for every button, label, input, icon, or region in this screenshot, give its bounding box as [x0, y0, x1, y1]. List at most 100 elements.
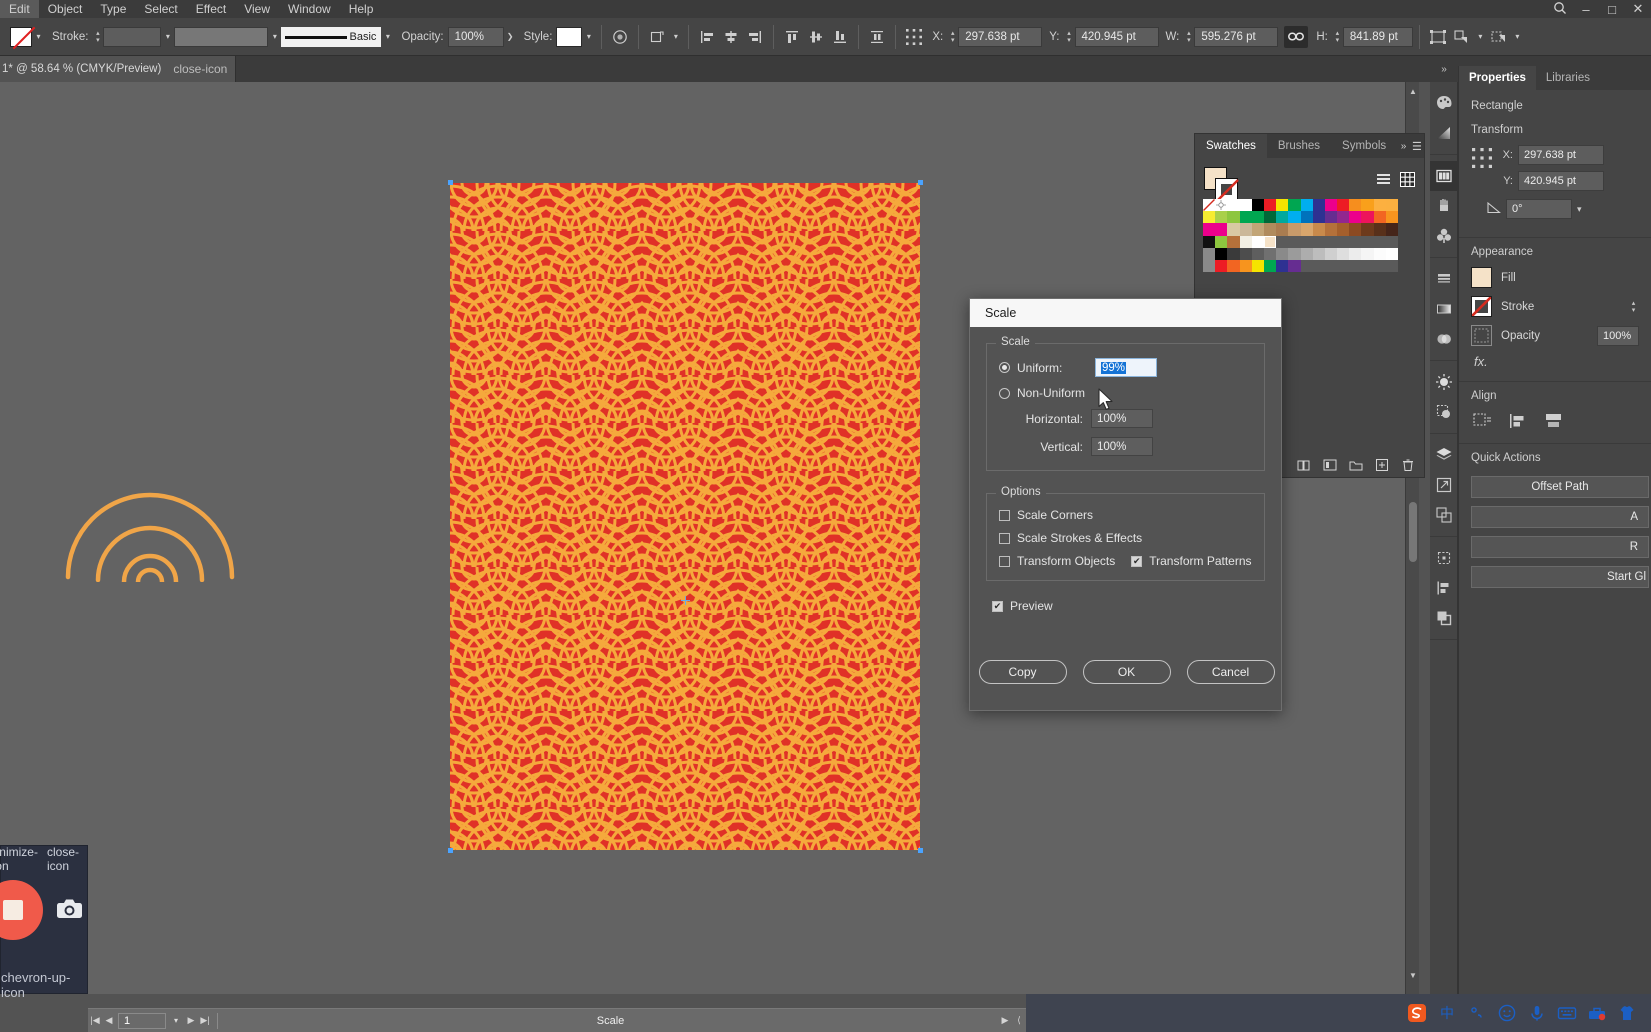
quick-action-button-3[interactable]: R	[1471, 536, 1649, 558]
swatch-cell[interactable]	[1203, 235, 1216, 248]
swatch-cell[interactable]	[1227, 247, 1240, 260]
appearance-opacity-row[interactable]: Opacity 100%	[1471, 325, 1639, 346]
w-stepper[interactable]: ▴ ▾	[1183, 27, 1194, 47]
swatch-cell[interactable]	[1251, 223, 1264, 236]
swatch-cell[interactable]	[1288, 223, 1301, 236]
swatch-cell[interactable]	[1361, 223, 1374, 236]
swatch-cell[interactable]	[1215, 211, 1228, 224]
non-uniform-radio[interactable]	[999, 387, 1010, 399]
stroke-swatch-none[interactable]	[1471, 296, 1492, 317]
scale-corners-checkbox[interactable]	[999, 509, 1010, 521]
menu-item-window[interactable]: Window	[279, 0, 340, 18]
swatch-cell[interactable]	[1288, 211, 1301, 224]
non-uniform-row[interactable]: Non-Uniform	[999, 386, 1252, 400]
transform-panel-icon[interactable]	[1430, 543, 1458, 573]
swatch-cell[interactable]	[1251, 247, 1264, 260]
opacity-flyout-icon[interactable]: ❯	[504, 27, 517, 47]
stroke-swatch-none[interactable]	[1215, 178, 1239, 202]
swatch-cell[interactable]	[1263, 223, 1277, 236]
swatch-cell[interactable]	[1239, 247, 1252, 260]
swatch-cell[interactable]	[1203, 259, 1216, 273]
recolor-artwork-icon[interactable]	[1427, 26, 1449, 48]
swatch-cell[interactable]	[1300, 199, 1313, 212]
fill-swatch-none[interactable]	[10, 26, 32, 47]
screen-recorder-widget[interactable]: ▭ minimize-icon close-icon chevron-up-ic…	[0, 845, 88, 1000]
appearance-stroke-row[interactable]: Stroke ▴ ▾	[1471, 296, 1639, 317]
swatch-cell[interactable]	[1312, 235, 1325, 248]
swatch-cell[interactable]	[1227, 259, 1240, 273]
uniform-row[interactable]: Uniform: 99%	[999, 358, 1252, 377]
select-similar-icon[interactable]	[1451, 26, 1473, 48]
stroke-profile-basic[interactable]: Basic	[281, 26, 382, 47]
libraries-panel-icon[interactable]	[1430, 161, 1458, 191]
swatch-cell[interactable]	[1324, 199, 1338, 212]
brushes-panel-icon[interactable]	[1430, 191, 1458, 221]
swatch-cell[interactable]	[1300, 223, 1313, 236]
align-panel-icon[interactable]	[1430, 573, 1458, 603]
scroll-up-arrow-icon[interactable]: ▲	[1406, 84, 1420, 98]
swatch-cell[interactable]	[1312, 223, 1325, 236]
swatch-cell[interactable]	[1385, 247, 1398, 260]
swatch-libraries-icon[interactable]	[1296, 457, 1312, 473]
voice-input-icon[interactable]	[1526, 1003, 1547, 1024]
reference-point-grid-icon[interactable]	[903, 26, 925, 48]
stroke-profile-chevron-icon[interactable]: ▾	[381, 27, 394, 47]
vertical-row[interactable]: Vertical: 100%	[999, 437, 1252, 456]
swatch-cell[interactable]	[1361, 199, 1374, 212]
uniform-value-field[interactable]: 99%	[1095, 358, 1157, 377]
swatch-cell[interactable]	[1324, 235, 1338, 248]
swatch-cell[interactable]	[1373, 259, 1386, 273]
delete-swatch-icon[interactable]	[1400, 457, 1416, 473]
swatch-cell[interactable]	[1251, 259, 1264, 273]
swatch-cell[interactable]	[1361, 259, 1374, 273]
align-bottom-icon[interactable]	[829, 26, 851, 48]
swatch-cell[interactable]	[1361, 247, 1374, 260]
swatch-cell[interactable]	[1349, 199, 1362, 212]
transform-objects-checkbox[interactable]	[999, 555, 1010, 567]
search-icon[interactable]	[1547, 1, 1573, 18]
window-maximize-button[interactable]: □	[1599, 2, 1625, 17]
chevron-down-icon[interactable]: ▾	[168, 1016, 184, 1025]
graphic-style-swatch[interactable]	[556, 26, 583, 47]
horizontal-row[interactable]: Horizontal: 100%	[999, 409, 1252, 428]
y-field[interactable]: 420.945 pt	[1074, 26, 1159, 47]
swatch-cell[interactable]	[1288, 199, 1301, 212]
appearance-panel-icon[interactable]	[1430, 367, 1458, 397]
x-field[interactable]: 297.638 pt	[958, 26, 1043, 47]
swatch-cell[interactable]	[1276, 235, 1289, 248]
align-middle-v-icon[interactable]	[805, 26, 827, 48]
graphic-styles-panel-icon[interactable]	[1430, 397, 1458, 427]
align-top-icon[interactable]	[781, 26, 803, 48]
vertical-field[interactable]: 100%	[1091, 437, 1153, 456]
swatch-cell[interactable]	[1312, 199, 1325, 212]
swatch-cell[interactable]	[1239, 235, 1252, 248]
tab-libraries[interactable]: Libraries	[1536, 66, 1600, 90]
last-page-icon[interactable]: ▶|	[198, 1015, 212, 1026]
fill-swatch[interactable]	[1471, 267, 1492, 288]
stroke-weight-stepper[interactable]: ▴ ▾	[1628, 297, 1639, 317]
menu-item-edit[interactable]: Edit	[0, 0, 39, 18]
chinese-input-icon[interactable]: 中	[1436, 1003, 1457, 1024]
swatch-cell[interactable]	[1385, 199, 1398, 212]
isolation-chevron-icon[interactable]: ▾	[1511, 27, 1524, 47]
transform-patterns-checkbox[interactable]	[1131, 555, 1143, 567]
next-page-icon[interactable]: ▶	[184, 1015, 198, 1026]
pathfinder-panel-icon[interactable]	[1430, 603, 1458, 633]
swatch-cell[interactable]	[1263, 235, 1277, 248]
scale-strokes-effects-row[interactable]: Scale Strokes & Effects	[999, 531, 1252, 545]
fx-button[interactable]: fx.	[1471, 354, 1639, 369]
swatch-cell[interactable]	[1349, 259, 1362, 273]
scale-strokes-effects-checkbox[interactable]	[999, 532, 1010, 544]
swatch-cell[interactable]	[1239, 199, 1252, 212]
swatch-cell[interactable]	[1239, 211, 1252, 224]
swatch-cell[interactable]	[1276, 223, 1289, 236]
artboards-panel-icon[interactable]	[1430, 500, 1458, 530]
align-center-h-icon[interactable]	[720, 26, 742, 48]
preview-row[interactable]: Preview	[992, 599, 1281, 613]
swatch-cell[interactable]	[1300, 247, 1313, 260]
x-field[interactable]: 297.638 pt	[1518, 145, 1604, 165]
distribute-spacing-icon[interactable]	[866, 26, 888, 48]
swatch-cell[interactable]	[1373, 211, 1386, 224]
stroke-panel-icon[interactable]	[1430, 264, 1458, 294]
swatch-cell[interactable]	[1300, 259, 1313, 273]
